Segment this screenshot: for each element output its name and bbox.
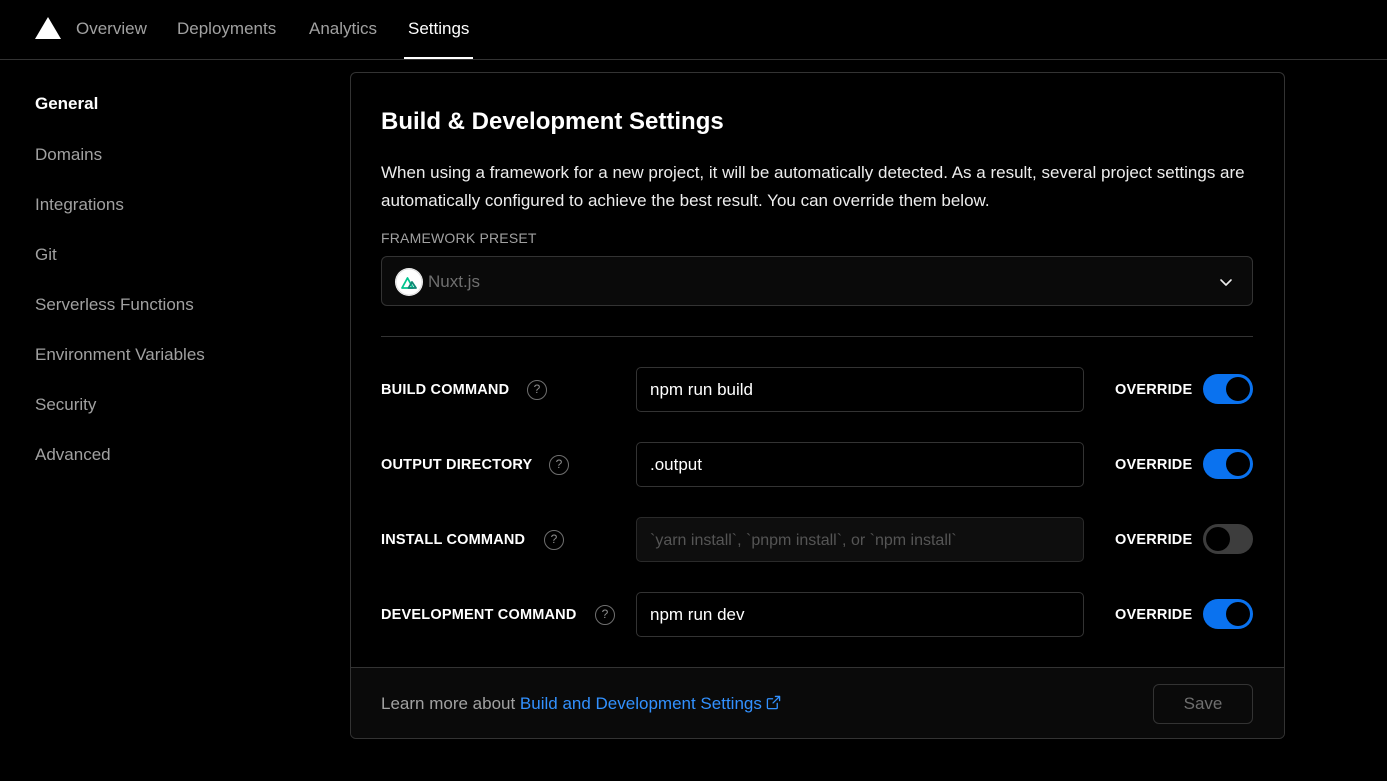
sidebar-item-environment-variables[interactable]: Environment Variables	[35, 345, 205, 365]
framework-preset-value: Nuxt.js	[428, 272, 480, 291]
external-link-icon[interactable]	[766, 695, 781, 710]
tab-overview[interactable]: Overview	[76, 19, 147, 39]
output-directory-override-toggle[interactable]	[1203, 449, 1253, 479]
development-command-override-toggle[interactable]	[1203, 599, 1253, 629]
learn-more-text: Learn more about Build and Development S…	[381, 694, 781, 714]
output-directory-label: OUTPUT DIRECTORY	[381, 457, 533, 473]
card-footer: Learn more about Build and Development S…	[351, 667, 1284, 738]
top-nav: Overview Deployments Analytics Settings	[0, 0, 1387, 60]
install-command-label: INSTALL COMMAND	[381, 532, 526, 548]
tab-settings[interactable]: Settings	[408, 19, 469, 39]
nuxt-logo-icon	[395, 268, 423, 296]
learn-more-prefix: Learn more about	[381, 694, 520, 713]
sidebar-item-git[interactable]: Git	[35, 245, 57, 265]
install-command-override-toggle[interactable]	[1203, 524, 1253, 554]
card-title: Build & Development Settings	[381, 108, 724, 135]
sidebar-item-general[interactable]: General	[35, 94, 98, 114]
install-command-override-label: OVERRIDE	[1115, 532, 1193, 548]
sidebar-item-integrations[interactable]: Integrations	[35, 195, 124, 215]
toggle-knob	[1226, 602, 1250, 626]
save-button[interactable]: Save	[1153, 684, 1253, 724]
sidebar-item-advanced[interactable]: Advanced	[35, 445, 111, 465]
help-icon[interactable]: ?	[595, 605, 615, 625]
development-command-input[interactable]	[636, 592, 1084, 637]
build-command-input[interactable]	[636, 367, 1084, 412]
card-description: When using a framework for a new project…	[381, 163, 1245, 210]
framework-preset-label: FRAMEWORK PRESET	[381, 230, 537, 246]
active-tab-indicator	[404, 57, 473, 59]
build-command-override-toggle[interactable]	[1203, 374, 1253, 404]
output-directory-input[interactable]	[636, 442, 1084, 487]
help-icon[interactable]: ?	[527, 380, 547, 400]
development-command-label: DEVELOPMENT COMMAND	[381, 607, 577, 623]
build-command-label: BUILD COMMAND	[381, 382, 510, 398]
tab-deployments[interactable]: Deployments	[177, 19, 276, 39]
sidebar-item-domains[interactable]: Domains	[35, 145, 102, 165]
help-icon[interactable]: ?	[549, 455, 569, 475]
framework-preset-select[interactable]: Nuxt.js	[381, 256, 1253, 306]
learn-more-link-label[interactable]: Build and Development Settings	[520, 694, 762, 713]
toggle-knob	[1226, 452, 1250, 476]
development-command-override-label: OVERRIDE	[1115, 607, 1193, 623]
install-command-input[interactable]	[636, 517, 1084, 562]
divider	[381, 336, 1253, 337]
tab-analytics[interactable]: Analytics	[309, 19, 377, 39]
chevron-down-icon	[1220, 279, 1232, 286]
vercel-logo-icon[interactable]	[35, 17, 61, 39]
build-command-override-label: OVERRIDE	[1115, 382, 1193, 398]
build-settings-card: Build & Development Settings When using …	[350, 72, 1285, 739]
sidebar-item-security[interactable]: Security	[35, 395, 96, 415]
help-icon[interactable]: ?	[544, 530, 564, 550]
learn-more-link[interactable]: Build and Development Settings	[520, 694, 781, 713]
toggle-knob	[1206, 527, 1230, 551]
sidebar-item-serverless-functions[interactable]: Serverless Functions	[35, 295, 194, 315]
output-directory-override-label: OVERRIDE	[1115, 457, 1193, 473]
toggle-knob	[1226, 377, 1250, 401]
